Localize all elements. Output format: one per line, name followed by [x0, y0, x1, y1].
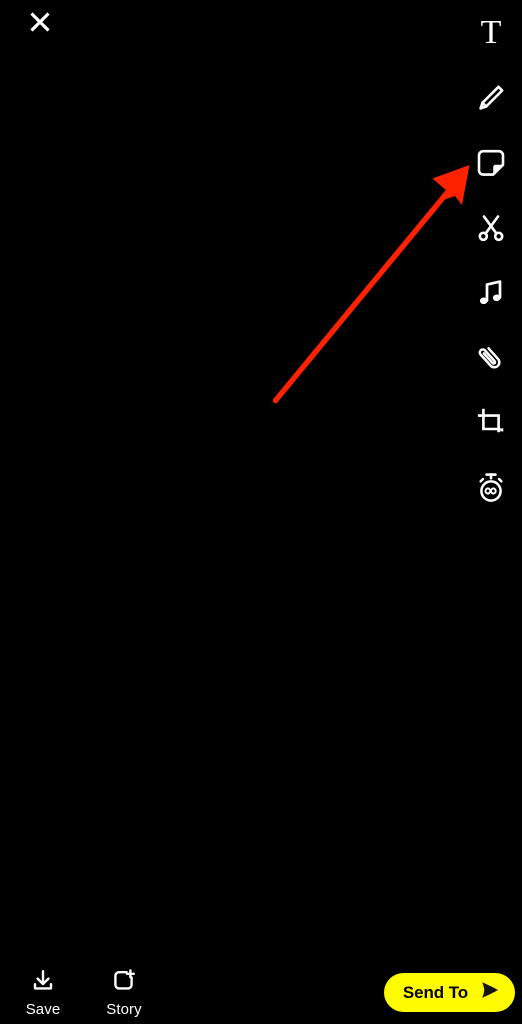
- send-arrow-icon: [479, 980, 500, 1005]
- send-to-button[interactable]: Send To: [383, 973, 515, 1012]
- tool-button-sticker[interactable]: [462, 130, 520, 195]
- sticker-icon: [473, 145, 509, 181]
- tool-button-music[interactable]: [462, 260, 520, 325]
- tool-button-draw[interactable]: [462, 65, 520, 130]
- tool-rail: T: [460, 0, 522, 520]
- tool-button-text[interactable]: T: [462, 0, 520, 65]
- tool-button-timer[interactable]: [462, 455, 520, 520]
- story-label: Story: [106, 1001, 142, 1018]
- send-to-label: Send To: [402, 982, 468, 1002]
- scissors-icon: [473, 210, 509, 246]
- save-button[interactable]: Save: [10, 966, 76, 1018]
- camera-noise-overlay: [0, 0, 522, 1024]
- add-to-story-icon: [111, 966, 137, 996]
- save-label: Save: [25, 1001, 61, 1018]
- music-note-icon: [474, 276, 508, 310]
- download-icon: [30, 966, 56, 996]
- stopwatch-infinity-icon: [473, 470, 509, 506]
- pencil-icon: [473, 80, 509, 116]
- snap-preview-screen: T Save Story Send To: [0, 0, 522, 1024]
- crop-icon: [474, 406, 508, 440]
- paperclip-icon: [473, 340, 509, 376]
- tool-button-scissors[interactable]: [462, 195, 520, 260]
- annotation-arrow: [272, 165, 470, 404]
- text-icon: T: [480, 13, 502, 51]
- tool-button-crop[interactable]: [462, 390, 520, 455]
- bottom-bar: Save Story Send To: [0, 948, 522, 1024]
- tool-button-attach[interactable]: [462, 325, 520, 390]
- story-button[interactable]: Story: [91, 966, 157, 1018]
- close-button[interactable]: [18, 2, 62, 46]
- close-icon: [27, 9, 53, 40]
